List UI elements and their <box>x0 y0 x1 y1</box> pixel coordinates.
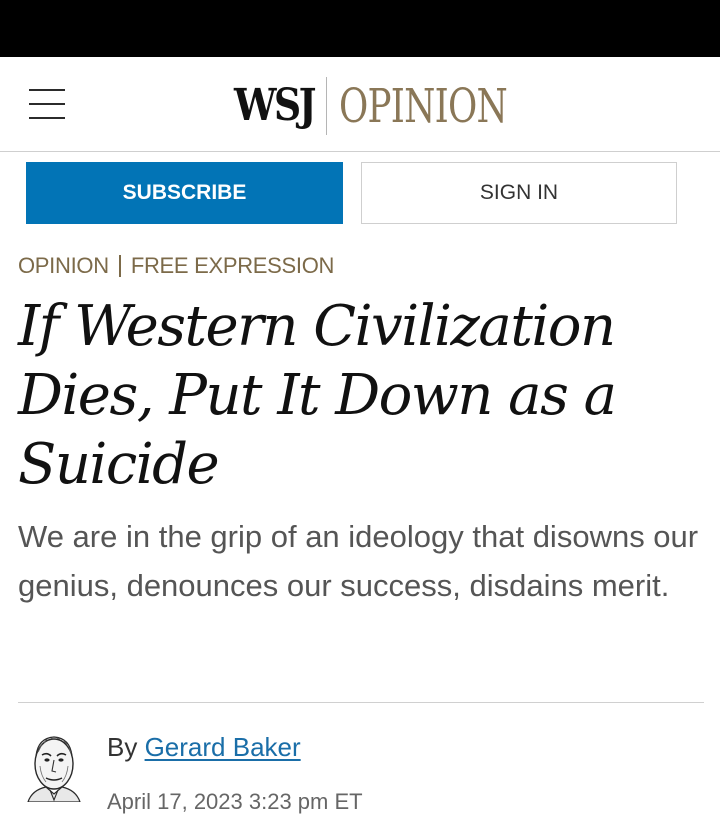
section-link-free-expression[interactable]: FREE EXPRESSION <box>131 253 335 279</box>
byline: By Gerard Baker <box>107 732 301 763</box>
subscribe-button[interactable]: SUBSCRIBE <box>26 162 343 224</box>
byline-prefix: By <box>107 732 138 762</box>
byline-divider <box>18 702 704 703</box>
author-link[interactable]: Gerard Baker <box>145 732 301 762</box>
article-headline: If Western Civilization Dies, Put It Dow… <box>18 294 617 497</box>
section-divider <box>118 255 121 277</box>
author-avatar <box>27 736 81 802</box>
logo-divider <box>326 77 327 135</box>
status-bar <box>0 0 720 57</box>
menu-button[interactable] <box>24 81 70 127</box>
sign-in-button[interactable]: SIGN IN <box>361 162 677 224</box>
section-link-opinion[interactable]: OPINION <box>18 253 109 279</box>
wsj-logo-text: WSJ <box>234 80 317 131</box>
hamburger-menu-icon <box>29 89 65 91</box>
site-header: WSJ OPINION <box>0 57 720 152</box>
article-dek: We are in the grip of an ideology that d… <box>18 519 699 603</box>
section-breadcrumb: OPINION FREE EXPRESSION <box>18 251 334 281</box>
opinion-logo-text: OPINION <box>339 78 508 134</box>
wsj-opinion-logo[interactable]: WSJ OPINION <box>234 71 560 141</box>
article-timestamp: April 17, 2023 3:23 pm ET <box>107 789 363 814</box>
